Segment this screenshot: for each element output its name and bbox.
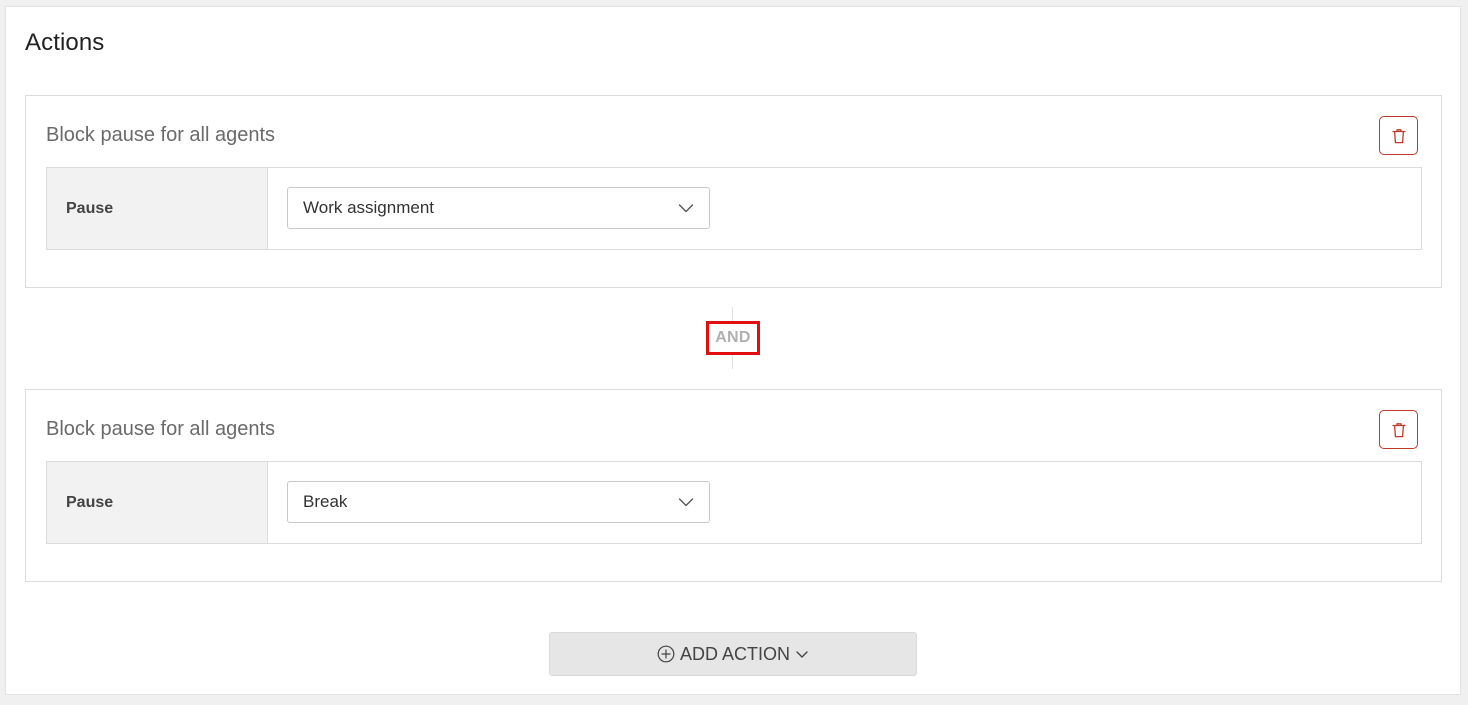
delete-action-button[interactable] — [1379, 116, 1418, 155]
chevron-down-icon — [678, 204, 694, 213]
pause-field-label: Pause — [47, 168, 268, 249]
pause-field-row: Pause Work assignment — [46, 167, 1422, 250]
actions-panel: Actions Block pause for all agents Pause… — [5, 6, 1461, 695]
pause-select-value: Work assignment — [303, 198, 435, 217]
pause-field-value-cell: Break — [268, 462, 1421, 543]
action-card: Block pause for all agents Pause Work as… — [25, 95, 1442, 288]
pause-select[interactable]: Break — [287, 481, 710, 523]
add-action-label: ADD ACTION — [679, 643, 790, 664]
chevron-down-icon — [796, 651, 808, 658]
trash-icon — [1391, 422, 1406, 437]
chevron-down-icon — [678, 498, 694, 507]
pause-field-label: Pause — [47, 462, 268, 543]
add-action-button[interactable]: ADD ACTION — [549, 632, 917, 676]
action-title: Block pause for all agents — [46, 124, 276, 146]
pause-field-value-cell: Work assignment — [268, 168, 1421, 249]
trash-icon — [1391, 128, 1406, 143]
pause-select-value: Break — [303, 492, 348, 511]
delete-action-button[interactable] — [1379, 410, 1418, 449]
pause-select[interactable]: Work assignment — [287, 187, 710, 229]
panel-title: Actions — [25, 29, 105, 56]
and-label: AND — [706, 321, 760, 355]
plus-circle-icon — [657, 645, 675, 663]
action-title: Block pause for all agents — [46, 418, 276, 440]
action-card: Block pause for all agents Pause Break — [25, 389, 1442, 582]
and-connector: AND — [6, 288, 1460, 389]
pause-field-row: Pause Break — [46, 461, 1422, 544]
